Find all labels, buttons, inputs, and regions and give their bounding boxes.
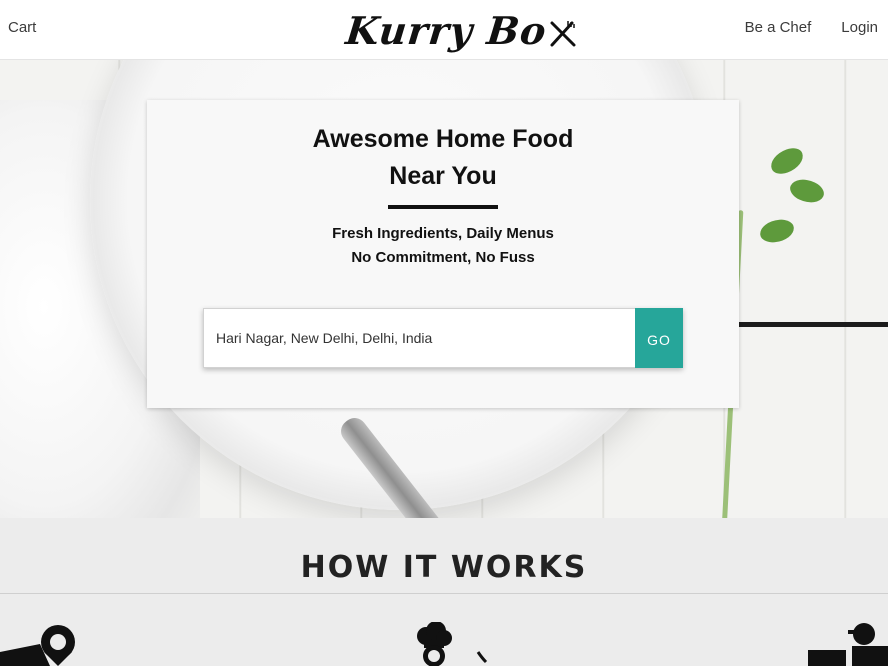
- location-search: GO: [203, 308, 683, 368]
- login-link[interactable]: Login: [841, 19, 878, 36]
- how-it-works-heading: HOW IT WORKS: [300, 550, 588, 585]
- nav-right-links: Be a Chef Login: [745, 19, 878, 36]
- go-button[interactable]: GO: [635, 308, 683, 368]
- fork-knife-cross-icon: [550, 21, 576, 47]
- hero-title: Awesome Home Food Near You: [147, 121, 739, 195]
- hero-title-line2: Near You: [389, 162, 497, 190]
- hero-subtitle-line1: Fresh Ingredients, Daily Menus: [332, 225, 554, 242]
- location-input[interactable]: [203, 308, 635, 368]
- hero-subtitle-line2: No Commitment, No Fuss: [351, 249, 535, 266]
- herb-leaf-image: [767, 144, 807, 178]
- section-divider: [0, 593, 888, 594]
- top-navbar: Cart Kurry Bo Be a Chef Login: [0, 0, 888, 60]
- chef-hat-icon: [417, 622, 488, 666]
- location-pin-icon: [0, 625, 75, 666]
- hero-title-line1: Awesome Home Food: [312, 125, 574, 153]
- logo-wordmark: Kurry Bo: [343, 7, 550, 53]
- hero-subtitle: Fresh Ingredients, Daily Menus No Commit…: [147, 222, 739, 270]
- delivery-icon: [808, 623, 888, 666]
- title-divider: [388, 205, 498, 209]
- herb-leaf-image: [786, 173, 828, 209]
- kurrybox-logo[interactable]: Kurry Bo: [343, 3, 578, 57]
- hero-card: Awesome Home Food Near You Fresh Ingredi…: [147, 100, 739, 408]
- cart-link[interactable]: Cart: [8, 19, 36, 36]
- how-it-works-section: HOW IT WORKS: [0, 518, 888, 666]
- be-a-chef-link[interactable]: Be a Chef: [745, 19, 812, 36]
- herb-leaf-image: [759, 218, 795, 244]
